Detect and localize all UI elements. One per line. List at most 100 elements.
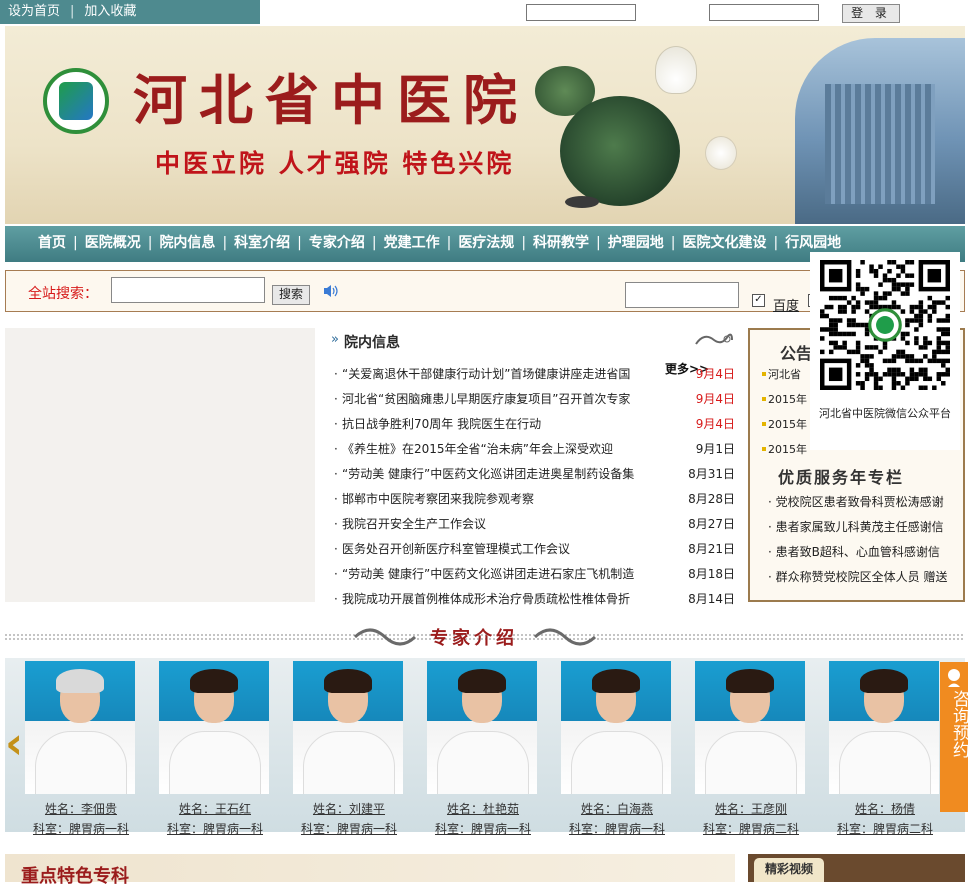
nav-separator: | <box>521 235 527 251</box>
news-item[interactable]: · 《养生桩》在2015年全省“治未病”年会上深受欢迎 9月1日 <box>330 437 735 462</box>
expert-card[interactable]: 姓名：杨倩 科室：脾胃病二科 <box>829 661 947 836</box>
bullet-icon <box>762 447 766 451</box>
expert-photo[interactable] <box>695 661 805 794</box>
consult-booking-tab[interactable]: 咨询预约 <box>940 662 969 812</box>
service-item[interactable]: · 党校院区患者致骨科贾松涛感谢 <box>768 490 958 515</box>
expert-dept[interactable]: 科室：脾胃病一科 <box>151 820 279 837</box>
nav-item[interactable]: 医院概况 <box>82 235 144 251</box>
news-item[interactable]: · “劳动美 健康行”中医药文化巡讲团走进石家庄飞机制造 8月18日 <box>330 562 735 587</box>
hospital-title: 河北省中医院 <box>133 68 529 132</box>
password-input[interactable] <box>709 4 819 21</box>
notice-text[interactable]: 2015年 <box>768 387 807 412</box>
news-item[interactable]: · 河北省“贫困脑瘫患儿早期医疗康复项目”召开首次专家 9月4日 <box>330 387 735 412</box>
nav-item[interactable]: 科研教学 <box>530 235 592 251</box>
news-title[interactable]: 医务处召开创新医疗科室管理模式工作会议 <box>342 537 672 562</box>
nav-item[interactable]: 党建工作 <box>381 235 443 251</box>
featured-specialties-section: 重点特色专科 <box>5 854 735 887</box>
login-button[interactable]: 登 录 <box>842 4 900 23</box>
bullet-icon: · <box>334 592 338 606</box>
expert-card[interactable]: 姓名：刘建平 科室：脾胃病一科 <box>293 661 411 836</box>
nav-item[interactable]: 医院文化建设 <box>679 235 769 251</box>
service-item[interactable]: · 群众称赞党校院区全体人员 赠送 <box>768 565 958 590</box>
nav-item[interactable]: 行风园地 <box>782 235 844 251</box>
news-item[interactable]: · 医务处召开创新医疗科室管理模式工作会议 8月21日 <box>330 537 735 562</box>
expert-dept[interactable]: 科室：脾胃病二科 <box>821 820 949 837</box>
nav-item[interactable]: 科室介绍 <box>231 235 293 251</box>
expert-card[interactable]: 姓名：杜艳茹 科室：脾胃病一科 <box>427 661 545 836</box>
news-item[interactable]: · “劳动美 健康行”中医药文化巡讲团走进奥星制药设备集 8月31日 <box>330 462 735 487</box>
baidu-search-input[interactable] <box>625 282 739 308</box>
news-item[interactable]: · 抗日战争胜利70周年 我院医生在行动 9月4日 <box>330 412 735 437</box>
news-item[interactable]: · “关爱离退休干部健康行动计划”首场健康讲座走进省国 9月4日 <box>330 362 735 387</box>
nav-item[interactable]: 护理园地 <box>605 235 667 251</box>
expert-dept[interactable]: 科室：脾胃病一科 <box>285 820 413 837</box>
expert-photo[interactable] <box>25 661 135 794</box>
expert-name[interactable]: 姓名：杨倩 <box>821 800 949 817</box>
service-item[interactable]: · 患者致B超科、心血管科感谢信 <box>768 540 958 565</box>
expert-dept[interactable]: 科室：脾胃病一科 <box>17 820 145 837</box>
expert-dept[interactable]: 科室：脾胃病二科 <box>687 820 815 837</box>
bullet-icon: · <box>334 567 338 581</box>
video-section: 精彩视频 <box>748 854 965 882</box>
news-title[interactable]: 我院成功开展首例椎体成形术治疗骨质疏松性椎体骨折 <box>342 587 672 612</box>
news-date: 8月18日 <box>688 567 735 581</box>
set-homepage-link[interactable]: 设为首页 <box>0 4 68 19</box>
expert-name[interactable]: 姓名：杜艳茹 <box>419 800 547 817</box>
news-title[interactable]: “关爱离退休干部健康行动计划”首场健康讲座走进省国 <box>342 362 672 387</box>
expert-name[interactable]: 姓名：王彦刚 <box>687 800 815 817</box>
news-item[interactable]: · 我院成功开展首例椎体成形术治疗骨质疏松性椎体骨折 8月14日 <box>330 587 735 612</box>
expert-photo[interactable] <box>159 661 269 794</box>
nav-item[interactable]: 专家介绍 <box>306 235 368 251</box>
news-date: 9月4日 <box>695 392 735 406</box>
expert-photo[interactable] <box>427 661 537 794</box>
expert-card[interactable]: 姓名：王石红 科室：脾胃病一科 <box>159 661 277 836</box>
expert-card[interactable]: 姓名：王彦刚 科室：脾胃病二科 <box>695 661 813 836</box>
featured-heading: 重点特色专科 <box>21 866 129 887</box>
notice-text[interactable]: 2015年 <box>768 412 807 437</box>
expert-name[interactable]: 姓名：白海燕 <box>553 800 681 817</box>
news-title[interactable]: 邯郸市中医院考察团来我院参观考察 <box>342 487 672 512</box>
search-button[interactable]: 搜索 <box>272 285 310 305</box>
speaker-icon[interactable] <box>322 283 338 299</box>
nav-item[interactable]: 院内信息 <box>156 235 218 251</box>
news-list: · “关爱离退休干部健康行动计划”首场健康讲座走进省国 9月4日 · 河北省“贫困脑瘫患… <box>330 362 735 612</box>
white-coat <box>303 731 395 794</box>
news-item[interactable]: · 我院召开安全生产工作会议 8月27日 <box>330 512 735 537</box>
qr-code-icon <box>820 260 950 390</box>
carousel-prev-arrow-icon[interactable]: ‹ <box>5 718 23 769</box>
expert-name[interactable]: 姓名：王石红 <box>151 800 279 817</box>
bullet-icon: · <box>334 492 338 506</box>
username-input[interactable] <box>526 4 636 21</box>
expert-photo[interactable] <box>293 661 403 794</box>
expert-card[interactable]: 姓名：白海燕 科室：脾胃病一科 <box>561 661 679 836</box>
white-coat <box>437 731 529 794</box>
news-item[interactable]: · 邯郸市中医院考察团来我院参观考察 8月28日 <box>330 487 735 512</box>
search-label: 全站搜索： <box>28 286 98 302</box>
expert-dept[interactable]: 科室：脾胃病一科 <box>419 820 547 837</box>
building-facade <box>825 84 935 204</box>
video-tab[interactable]: 精彩视频 <box>754 858 824 882</box>
expert-name[interactable]: 姓名：李佃贵 <box>17 800 145 817</box>
expert-name[interactable]: 姓名：刘建平 <box>285 800 413 817</box>
expert-photo[interactable] <box>829 661 939 794</box>
expert-dept[interactable]: 科室：脾胃病一科 <box>553 820 681 837</box>
notice-text[interactable]: 河北省 <box>768 362 801 387</box>
notice-text[interactable]: 2015年 <box>768 437 807 462</box>
news-title[interactable]: 河北省“贫困脑瘫患儿早期医疗康复项目”召开首次专家 <box>342 387 672 412</box>
cloud-swirl-icon <box>695 333 733 345</box>
top-bar: 设为首页 | 加入收藏 登 录 <box>0 0 970 24</box>
news-title[interactable]: 我院召开安全生产工作会议 <box>342 512 672 537</box>
news-title[interactable]: “劳动美 健康行”中医药文化巡讲团走进石家庄飞机制造 <box>342 562 672 587</box>
news-title[interactable]: 《养生桩》在2015年全省“治未病”年会上深受欢迎 <box>342 437 672 462</box>
baidu-label[interactable]: 百度 <box>773 295 799 314</box>
nav-item[interactable]: 首页 <box>35 235 69 251</box>
news-title[interactable]: “劳动美 健康行”中医药文化巡讲团走进奥星制药设备集 <box>342 462 672 487</box>
add-favorite-link[interactable]: 加入收藏 <box>76 4 144 19</box>
nav-item[interactable]: 医疗法规 <box>455 235 517 251</box>
expert-card[interactable]: 姓名：李佃贵 科室：脾胃病一科 <box>25 661 143 836</box>
site-search-input[interactable] <box>111 277 265 303</box>
baidu-checkbox[interactable]: ✓ <box>752 294 765 307</box>
service-item[interactable]: · 患者家属致儿科黄茂主任感谢信 <box>768 515 958 540</box>
expert-photo[interactable] <box>561 661 671 794</box>
news-title[interactable]: 抗日战争胜利70周年 我院医生在行动 <box>342 412 672 437</box>
